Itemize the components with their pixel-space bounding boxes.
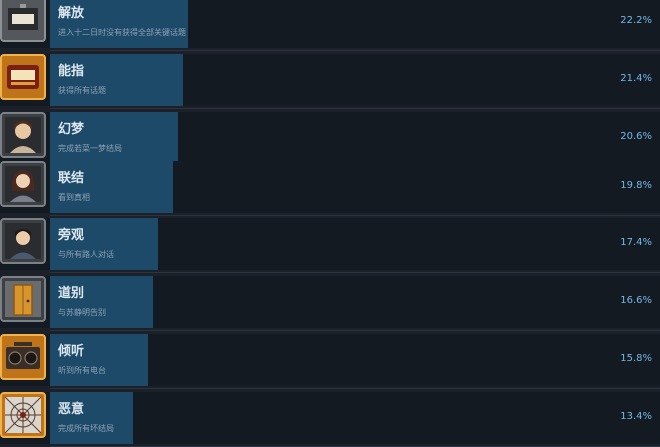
achievement-description: 与所有路人对话 <box>58 250 114 259</box>
achievement-list: 解放进入十二日时没有获得全部关键话题 22.2% 能指获得所有话题 21.4% 幻梦完成… <box>0 0 660 447</box>
achievement-description: 获得所有话题 <box>58 86 106 95</box>
achievement-description: 完成所有坏结局 <box>58 424 114 433</box>
row-divider <box>50 330 660 331</box>
achievement-percent: 19.8% <box>620 180 652 191</box>
achievement-row[interactable]: 能指获得所有话题 21.4% <box>0 54 660 109</box>
achievement-description: 进入十二日时没有获得全部关键话题 <box>58 28 186 37</box>
radio-icon <box>0 334 46 380</box>
achievement-percent: 22.2% <box>620 15 652 26</box>
row-divider <box>50 108 660 109</box>
achievement-name: 倾听 <box>58 344 85 359</box>
row-divider <box>50 272 660 273</box>
achievement-row[interactable]: 联结看到真相 19.8% <box>0 161 660 216</box>
achievement-name: 联结 <box>58 171 85 186</box>
web-icon <box>0 392 46 438</box>
achievement-row[interactable]: 幻梦完成若菜一梦结局 20.6% <box>0 112 660 167</box>
portrait-man-icon <box>0 112 46 158</box>
achievement-row[interactable]: 恶意完成所有坏结局 13.4% <box>0 392 660 447</box>
achievement-description: 完成若菜一梦结局 <box>58 144 122 153</box>
achievement-row[interactable]: 旁观与所有路人对话 17.4% <box>0 218 660 273</box>
achievement-row[interactable]: 倾听听到所有电台 15.8% <box>0 334 660 389</box>
portrait-girl-icon <box>0 161 46 207</box>
achievement-description: 看到真相 <box>58 193 90 202</box>
achievement-description: 听到所有电台 <box>58 366 106 375</box>
achievement-percent: 13.4% <box>620 411 652 422</box>
achievement-percent: 16.6% <box>620 295 652 306</box>
achievement-name: 能指 <box>58 64 85 79</box>
achievement-description: 与苏静明告别 <box>58 308 106 317</box>
door-icon <box>0 276 46 322</box>
achievement-name: 旁观 <box>58 228 85 243</box>
achievement-name: 道别 <box>58 286 85 301</box>
portrait-boy-icon <box>0 218 46 264</box>
row-divider <box>50 388 660 389</box>
achievement-percent: 20.6% <box>620 131 652 142</box>
achievement-percent: 17.4% <box>620 237 652 248</box>
suitcase-icon <box>0 0 46 42</box>
row-divider <box>50 50 660 51</box>
achievement-percent: 21.4% <box>620 73 652 84</box>
book-icon <box>0 54 46 100</box>
achievement-percent: 15.8% <box>620 353 652 364</box>
row-divider <box>50 215 660 216</box>
achievement-name: 幻梦 <box>58 122 85 137</box>
achievement-name: 解放 <box>58 6 85 21</box>
achievement-name: 恶意 <box>58 402 85 417</box>
achievement-row[interactable]: 道别与苏静明告别 16.6% <box>0 276 660 331</box>
achievement-row[interactable]: 解放进入十二日时没有获得全部关键话题 22.2% <box>0 0 660 51</box>
